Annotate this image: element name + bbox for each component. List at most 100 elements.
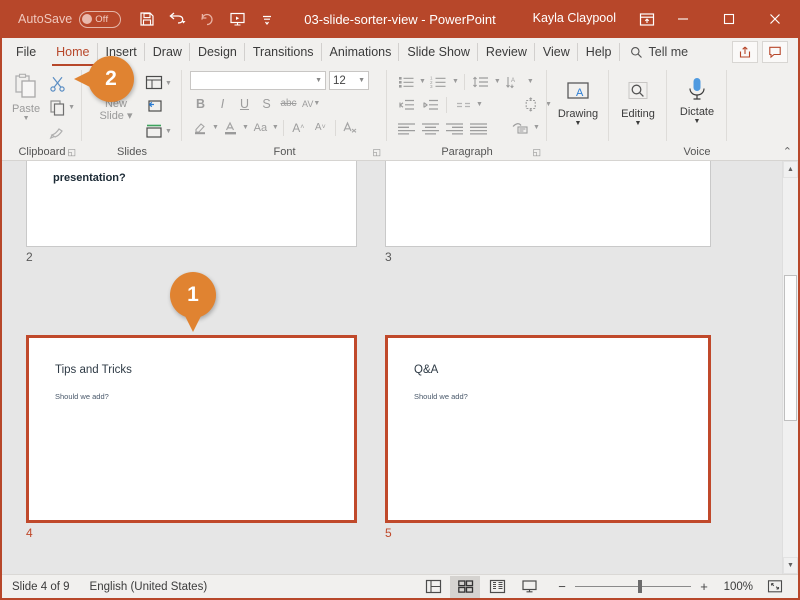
clipboard-dialog-launcher[interactable]: ◱ [67,147,76,158]
change-case-button[interactable]: Aa [250,117,271,138]
slide-thumbnail-3[interactable] [385,161,711,247]
chevron-down-icon[interactable]: ▼ [527,78,534,85]
chevron-down-icon[interactable]: ▼ [635,120,642,128]
chevron-down-icon[interactable]: ▼ [212,124,219,131]
clear-formatting-button[interactable] [340,117,361,138]
chevron-down-icon[interactable]: ▼ [494,78,501,85]
slide-cell-5[interactable]: Q&A Should we add? 5 [385,335,711,540]
ribbon-display-options-icon[interactable] [636,9,658,29]
normal-view-button[interactable] [418,576,448,598]
text-shadow-button[interactable]: S [256,93,277,114]
align-center-button[interactable] [419,117,441,138]
decrease-font-size-button[interactable]: A ˅ [310,117,331,138]
chevron-down-icon[interactable]: ▼ [272,124,279,131]
paragraph-dialog-launcher[interactable]: ◱ [532,147,541,158]
align-text-button[interactable] [521,94,543,115]
chevron-down-icon[interactable]: ▼ [242,124,249,131]
undo-icon[interactable] [163,6,191,32]
chevron-down-icon[interactable]: ▼ [575,120,582,128]
tab-slide-show[interactable]: Slide Show [399,38,478,66]
slide-show-button[interactable] [514,576,544,598]
slide-thumbnail-5[interactable]: Q&A Should we add? [385,335,711,523]
chevron-down-icon[interactable]: ▼ [165,128,172,135]
character-spacing-button[interactable]: AV ▼ [300,93,322,114]
numbering-button[interactable]: 123 [428,71,450,92]
increase-font-size-button[interactable]: A ˄ [288,117,309,138]
zoom-in-button[interactable]: + [698,579,710,594]
chevron-down-icon[interactable]: ▼ [476,101,483,108]
tab-help[interactable]: Help [578,38,620,66]
maximize-button[interactable] [706,0,752,38]
increase-indent-button[interactable] [419,94,441,115]
convert-to-smartart-button[interactable] [509,117,531,138]
chevron-down-icon[interactable]: ▼ [23,115,30,123]
save-icon[interactable] [133,6,161,32]
chevron-down-icon[interactable]: ▼ [315,77,322,84]
fit-to-window-button[interactable] [760,576,790,598]
font-size-input[interactable]: 12 ▼ [329,71,369,90]
slide-thumbnail-2[interactable]: presentation? [26,161,357,247]
decrease-indent-button[interactable] [395,94,417,115]
chevron-down-icon[interactable]: ▼ [419,78,426,85]
layout-button[interactable]: ▼ [142,72,175,94]
chevron-down-icon[interactable]: ▼ [694,118,701,126]
justify-button[interactable] [467,117,489,138]
chevron-down-icon[interactable]: ▼ [533,124,540,131]
chevron-down-icon[interactable]: ▼ [165,80,172,87]
text-highlight-color-button[interactable] [190,117,211,138]
reading-view-button[interactable] [482,576,512,598]
italic-button[interactable]: I [212,93,233,114]
tab-design[interactable]: Design [190,38,245,66]
scroll-down-arrow-icon[interactable]: ▼ [783,557,798,574]
font-name-input[interactable]: ▼ [190,71,326,90]
minimize-button[interactable] [660,0,706,38]
vertical-scrollbar[interactable]: ▲ ▼ [782,161,798,574]
language-indicator[interactable]: English (United States) [90,581,208,593]
format-painter-button[interactable] [46,120,78,142]
columns-button[interactable] [452,94,474,115]
underline-button[interactable]: U [234,93,255,114]
zoom-slider-handle[interactable] [638,580,642,593]
tab-draw[interactable]: Draw [145,38,190,66]
tab-review[interactable]: Review [478,38,535,66]
align-right-button[interactable] [443,117,465,138]
chevron-down-icon[interactable]: ▼ [358,77,365,84]
tab-file[interactable]: File [2,38,48,66]
redo-icon[interactable] [193,6,221,32]
line-spacing-button[interactable] [470,71,492,92]
account-name[interactable]: Kayla Claypool [533,11,616,25]
chevron-down-icon[interactable]: ▼ [452,78,459,85]
dictate-button[interactable]: Dictate ▼ [673,72,721,126]
comments-button[interactable] [762,41,788,63]
slide-cell-4[interactable]: Tips and Tricks Should we add? 4 [26,335,357,540]
tell-me-search[interactable]: Tell me [620,38,699,66]
slide-thumbnail-4[interactable]: Tips and Tricks Should we add? [26,335,357,523]
collapse-ribbon-button[interactable]: ⌃ [783,145,792,158]
scroll-up-arrow-icon[interactable]: ▲ [783,161,798,178]
tab-transitions[interactable]: Transitions [245,38,322,66]
font-color-button[interactable] [220,117,241,138]
zoom-level-label[interactable]: 100% [717,581,753,593]
autosave-toggle[interactable]: AutoSave Off [18,10,122,28]
slide-cell-3[interactable]: 3 [385,161,711,264]
text-direction-button[interactable]: A [503,71,525,92]
zoom-slider[interactable] [575,580,691,593]
slide-sorter-area[interactable]: presentation? 2 3 Tips and Tricks Should… [2,161,798,574]
tab-home[interactable]: Home [48,38,98,66]
font-dialog-launcher[interactable]: ◱ [372,147,381,158]
chevron-down-icon[interactable]: ▼ [313,100,320,107]
strikethrough-button[interactable]: abc [278,93,299,114]
close-button[interactable] [752,0,798,38]
autosave-switch[interactable]: Off [79,10,122,28]
slide-indicator[interactable]: Slide 4 of 9 [12,581,70,593]
chevron-down-icon[interactable]: ▼ [68,104,75,111]
slide-cell-2[interactable]: presentation? 2 [26,161,357,264]
copy-button[interactable]: ▼ [46,96,78,118]
drawing-button[interactable]: A Drawing ▼ [554,76,602,128]
section-button[interactable]: ▼ [142,120,175,142]
bullets-button[interactable] [395,71,417,92]
zoom-out-button[interactable]: − [556,579,568,594]
bold-button[interactable]: B [190,93,211,114]
share-button[interactable] [732,41,758,63]
scrollbar-thumb[interactable] [784,275,797,421]
